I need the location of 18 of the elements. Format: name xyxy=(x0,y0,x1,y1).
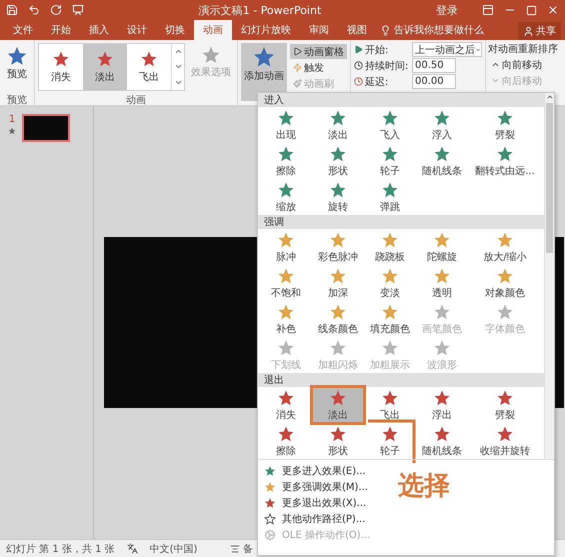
duration-label: 持续时间: xyxy=(365,60,408,72)
section-header: 进入 xyxy=(258,93,544,107)
reorder-title: 对动画重新排序 xyxy=(488,42,558,56)
language-label: 中文(中国) xyxy=(150,542,198,556)
section-header: 退出 xyxy=(258,373,544,387)
tell-me-text: 告诉我你想要做什么 xyxy=(394,24,484,37)
start-label: 开始: xyxy=(365,44,388,56)
gallery-item-label: 淡出 xyxy=(95,70,115,84)
section-header: 强调 xyxy=(258,215,544,229)
group-label: 动画 xyxy=(125,94,147,105)
slide-count: 幻灯片 第 1 张，共 1 张 xyxy=(6,542,115,556)
slide-number: 1 xyxy=(8,114,16,125)
gallery-item-label: 飞出 xyxy=(139,70,159,84)
gallery-item-label: 消失 xyxy=(51,70,71,84)
group-label: 预览 xyxy=(6,94,28,105)
callout-text: 选择 xyxy=(398,470,450,503)
window-title: 演示文稿1 - PowerPoint xyxy=(198,2,322,18)
delay-label: 延迟: xyxy=(365,76,388,88)
